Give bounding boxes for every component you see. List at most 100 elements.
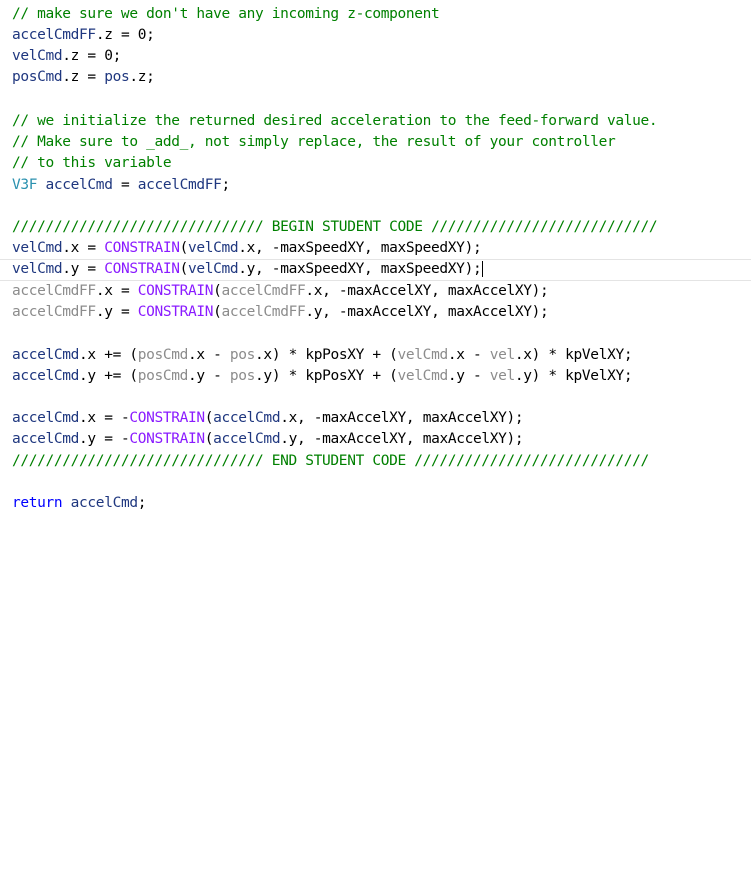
maxspeedxy-token: maxSpeedXY <box>280 240 364 256</box>
code-line-comment-var: // to this variable <box>12 155 172 171</box>
maxaccelxy-token: maxAccelXY <box>347 304 432 320</box>
code-line-velcmd-z: velCmd.z = 0; <box>12 48 121 64</box>
maxaccelxy-token: maxAccelXY <box>322 410 406 426</box>
pos-token: pos <box>229 347 256 363</box>
velcmd-token: velCmd <box>397 347 449 363</box>
return-keyword: return <box>12 495 63 511</box>
constrain-macro: CONSTRAIN <box>137 283 214 299</box>
member-x: .x <box>188 347 205 363</box>
maxaccelxy-token: maxAccelXY <box>422 410 507 426</box>
code-line-pd-accelcmd-y: accelCmd.y += (posCmd.y - pos.y) * kpPos… <box>12 368 633 384</box>
member-z: .z <box>62 69 80 85</box>
constrain-macro: CONSTRAIN <box>104 240 180 256</box>
velcmd-token: velCmd <box>12 261 63 277</box>
code-line-comment-add: // Make sure to _add_, not simply replac… <box>12 134 616 150</box>
velcmd-token: velCmd <box>188 240 239 256</box>
member-y: .y <box>255 368 272 384</box>
zero-literal: 0 <box>137 27 147 43</box>
maxaccelxy-token: maxAccelXY <box>322 431 406 447</box>
constrain-macro: CONSTRAIN <box>104 261 180 277</box>
poscmd-token: posCmd <box>12 69 63 85</box>
maxspeedxy-token: maxSpeedXY <box>380 240 465 256</box>
member-x: .x <box>305 283 323 299</box>
constrain-macro: CONSTRAIN <box>129 410 205 426</box>
member-y: .y <box>514 368 532 384</box>
poscmd-token: posCmd <box>137 347 189 363</box>
member-x: .x <box>255 347 272 363</box>
member-y: .y <box>79 368 96 384</box>
code-line-declare-accelcmd: V3F accelCmd = accelCmdFF; <box>12 177 230 193</box>
text-caret <box>482 261 484 277</box>
member-y: .y <box>62 261 80 277</box>
code-line-comment-init: // we initialize the returned desired ac… <box>12 113 658 129</box>
accelcmdff-token: accelCmdFF <box>12 27 96 43</box>
poscmd-token: posCmd <box>137 368 189 384</box>
accelcmd-token: accelCmd <box>213 410 281 426</box>
code-line-constrain-accelcmdff-x: accelCmdFF.x = CONSTRAIN(accelCmdFF.x, -… <box>12 283 549 299</box>
code-line-comment-no-z: // make sure we don't have any incoming … <box>12 6 440 22</box>
velcmd-token: velCmd <box>12 48 63 64</box>
maxaccelxy-token: maxAccelXY <box>447 304 532 320</box>
kpposxy-token: kpPosXY <box>305 368 365 384</box>
member-x: .x <box>280 410 297 426</box>
vel-token: vel <box>489 347 515 363</box>
accelcmdff-token: accelCmdFF <box>12 304 96 320</box>
code-line-poscmd-z: posCmd.z = pos.z; <box>12 69 155 85</box>
accelcmd-token: accelCmd <box>12 368 80 384</box>
member-y: .y <box>188 368 205 384</box>
code-line-constrain-accelcmd-x: accelCmd.x = -CONSTRAIN(accelCmd.x, -max… <box>12 410 524 426</box>
member-x: .x <box>95 283 113 299</box>
code-line-constrain-accelcmdff-y: accelCmdFF.y = CONSTRAIN(accelCmdFF.y, -… <box>12 304 549 320</box>
code-line-return: return accelCmd; <box>12 495 147 511</box>
accelcmdff-token: accelCmdFF <box>137 177 222 193</box>
kpposxy-token: kpPosXY <box>305 347 365 363</box>
maxspeedxy-token: maxSpeedXY <box>280 261 364 277</box>
member-y: .y <box>238 261 256 277</box>
member-z: .z <box>129 69 147 85</box>
vel-token: vel <box>489 368 515 384</box>
accelcmd-token: accelCmd <box>213 431 281 447</box>
maxspeedxy-token: maxSpeedXY <box>380 261 465 277</box>
kpvelxy-token: kpVelXY <box>565 368 624 384</box>
velcmd-token: velCmd <box>12 240 63 256</box>
member-y: .y <box>95 304 113 320</box>
type-v3f: V3F <box>12 177 38 193</box>
code-line-accelcmdff-z: accelCmdFF.z = 0; <box>12 27 155 43</box>
zero-literal: 0 <box>104 48 113 64</box>
accelcmd-token: accelCmd <box>12 347 80 363</box>
member-x: .x <box>79 410 96 426</box>
member-x: .x <box>514 347 532 363</box>
maxaccelxy-token: maxAccelXY <box>347 283 432 299</box>
code-line-constrain-accelcmd-y: accelCmd.y = -CONSTRAIN(accelCmd.y, -max… <box>12 431 524 447</box>
code-line-begin-marker: ////////////////////////////// BEGIN STU… <box>12 219 658 235</box>
kpvelxy-token: kpVelXY <box>565 347 624 363</box>
pos-token: pos <box>104 69 130 85</box>
accelcmd-token: accelCmd <box>45 177 113 193</box>
accelcmdff-token: accelCmdFF <box>221 283 306 299</box>
member-x: .x <box>79 347 96 363</box>
member-x: .x <box>62 240 80 256</box>
member-x: .x <box>238 240 256 256</box>
maxaccelxy-token: maxAccelXY <box>447 283 532 299</box>
velcmd-token: velCmd <box>397 368 449 384</box>
member-z: .z <box>95 27 113 43</box>
maxaccelxy-token: maxAccelXY <box>422 431 507 447</box>
accelcmd-token: accelCmd <box>12 410 80 426</box>
accelcmd-token: accelCmd <box>12 431 80 447</box>
accelcmdff-token: accelCmdFF <box>221 304 306 320</box>
member-x: .x <box>447 347 465 363</box>
constrain-macro: CONSTRAIN <box>137 304 214 320</box>
code-editor[interactable]: // make sure we don't have any incoming … <box>0 0 751 525</box>
accelcmdff-token: accelCmdFF <box>12 283 96 299</box>
accelcmd-token: accelCmd <box>70 495 138 511</box>
pos-token: pos <box>229 368 256 384</box>
code-line-constrain-velcmd-y: velCmd.y = CONSTRAIN(velCmd.y, -maxSpeed… <box>12 261 484 277</box>
constrain-macro: CONSTRAIN <box>129 431 205 447</box>
code-line-end-marker: ////////////////////////////// END STUDE… <box>12 453 649 469</box>
velcmd-token: velCmd <box>188 261 239 277</box>
member-y: .y <box>79 431 96 447</box>
member-y: .y <box>447 368 465 384</box>
member-y: .y <box>280 431 297 447</box>
member-z: .z <box>62 48 80 64</box>
code-line-pd-accelcmd-x: accelCmd.x += (posCmd.x - pos.x) * kpPos… <box>12 347 633 363</box>
